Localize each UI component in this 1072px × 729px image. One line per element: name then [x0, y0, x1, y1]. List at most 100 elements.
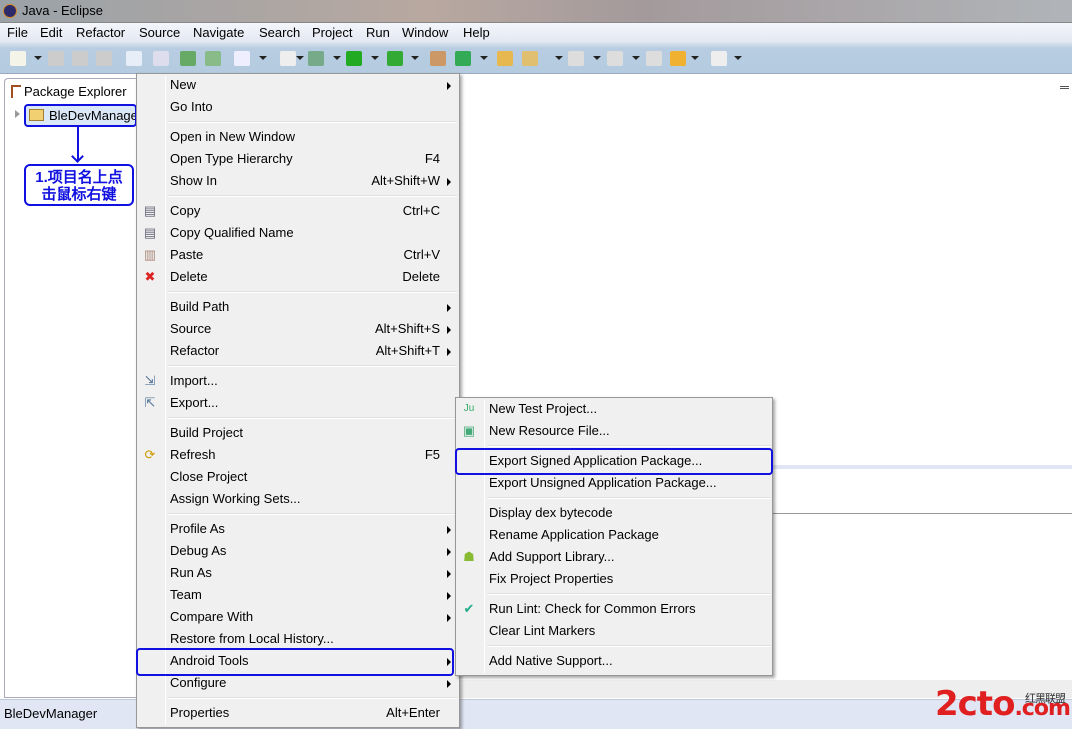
- save-icon[interactable]: [48, 51, 64, 66]
- menu-item-build-project[interactable]: Build Project: [137, 422, 459, 444]
- menu-item-open-in-new-window[interactable]: Open in New Window: [137, 126, 459, 148]
- menu-item-assign-working-sets[interactable]: Assign Working Sets...: [137, 488, 459, 510]
- expand-arrow-icon[interactable]: [15, 110, 20, 118]
- menu-item-import[interactable]: ⇲ Import...: [137, 370, 459, 392]
- menu-item-configure[interactable]: Configure: [137, 672, 459, 694]
- menu-item-properties[interactable]: Properties Alt+Enter: [137, 702, 459, 724]
- menu-item-show-in[interactable]: Show In Alt+Shift+W: [137, 170, 459, 192]
- menu-item-new-resource-file[interactable]: ▣ New Resource File...: [456, 420, 772, 442]
- android-sdk-icon[interactable]: [180, 51, 196, 66]
- forward-icon[interactable]: [711, 51, 727, 66]
- dropdown-arrow-icon[interactable]: [34, 56, 42, 60]
- menu-item-source[interactable]: Source Alt+Shift+S: [137, 318, 459, 340]
- menu-help[interactable]: Help: [463, 25, 490, 40]
- android-avd-icon[interactable]: [205, 51, 221, 66]
- package-explorer-title[interactable]: Package Explorer: [24, 84, 127, 99]
- menu-item-display-dex-bytecode[interactable]: Display dex bytecode: [456, 502, 772, 524]
- external-tools-icon[interactable]: [387, 51, 403, 66]
- print-icon[interactable]: [96, 51, 112, 66]
- save-all-icon[interactable]: [72, 51, 88, 66]
- dropdown-arrow-icon[interactable]: [593, 56, 601, 60]
- dropdown-arrow-icon[interactable]: [480, 56, 488, 60]
- menu-window[interactable]: Window: [402, 25, 448, 40]
- menu-item-export-signed-application-package[interactable]: Export Signed Application Package...: [456, 450, 772, 472]
- menu-item-copy-qualified-name[interactable]: ▤ Copy Qualified Name: [137, 222, 459, 244]
- dropdown-arrow-icon[interactable]: [555, 56, 563, 60]
- menu-item-restore-from-local-history[interactable]: Restore from Local History...: [137, 628, 459, 650]
- dropdown-arrow-icon[interactable]: [734, 56, 742, 60]
- refresh-icon: ⟳: [144, 447, 156, 462]
- menu-file[interactable]: File: [7, 25, 28, 40]
- search-icon[interactable]: [522, 51, 538, 66]
- shortcut-label: Alt+Enter: [386, 705, 440, 720]
- new-class-icon[interactable]: [455, 51, 471, 66]
- dropdown-arrow-icon[interactable]: [333, 56, 341, 60]
- back-icon[interactable]: [670, 51, 686, 66]
- menu-navigate[interactable]: Navigate: [193, 25, 244, 40]
- menu-item-go-into[interactable]: Go Into: [137, 96, 459, 118]
- menu-item-compare-with[interactable]: Compare With: [137, 606, 459, 628]
- back-grey-icon[interactable]: [646, 51, 662, 66]
- dropdown-arrow-icon[interactable]: [691, 56, 699, 60]
- task-icon[interactable]: [234, 51, 250, 66]
- skip-breakpoints-icon[interactable]: [153, 51, 169, 66]
- menu-item-add-native-support[interactable]: Add Native Support...: [456, 650, 772, 672]
- minimize-icon[interactable]: [1060, 86, 1069, 89]
- menu-search[interactable]: Search: [259, 25, 300, 40]
- menu-item-label: Restore from Local History...: [170, 631, 334, 646]
- project-tree-item[interactable]: BleDevManager: [24, 104, 137, 127]
- menu-item-export[interactable]: ⇱ Export...: [137, 392, 459, 414]
- menu-item-copy[interactable]: ▤ Copy Ctrl+C: [137, 200, 459, 222]
- menu-refactor[interactable]: Refactor: [76, 25, 125, 40]
- menu-project[interactable]: Project: [312, 25, 352, 40]
- menu-item-delete[interactable]: ✖ Delete Delete: [137, 266, 459, 288]
- menu-separator: [137, 362, 459, 370]
- menu-item-fix-project-properties[interactable]: Fix Project Properties: [456, 568, 772, 590]
- menu-item-clear-lint-markers[interactable]: Clear Lint Markers: [456, 620, 772, 642]
- new-icon[interactable]: [10, 51, 26, 66]
- binary-icon[interactable]: [126, 51, 142, 66]
- menu-item-paste[interactable]: ▥ Paste Ctrl+V: [137, 244, 459, 266]
- open-type-icon[interactable]: [497, 51, 513, 66]
- menu-item-profile-as[interactable]: Profile As: [137, 518, 459, 540]
- menu-item-team[interactable]: Team: [137, 584, 459, 606]
- export-icon: ⇱: [144, 395, 156, 410]
- menu-item-build-path[interactable]: Build Path: [137, 296, 459, 318]
- menu-item-rename-application-package[interactable]: Rename Application Package: [456, 524, 772, 546]
- new-android-icon[interactable]: [280, 51, 296, 66]
- menu-bar: File Edit Refactor Source Navigate Search Proj…: [0, 22, 1072, 42]
- submenu-arrow-icon: [447, 680, 451, 688]
- submenu-arrow-icon: [447, 548, 451, 556]
- menu-item-run-as[interactable]: Run As: [137, 562, 459, 584]
- menu-item-add-support-library[interactable]: ☗ Add Support Library...: [456, 546, 772, 568]
- menu-item-refresh[interactable]: ⟳ Refresh F5: [137, 444, 459, 466]
- dropdown-arrow-icon[interactable]: [296, 56, 304, 60]
- menu-item-debug-as[interactable]: Debug As: [137, 540, 459, 562]
- new-package-icon[interactable]: [430, 51, 446, 66]
- menu-item-open-type-hierarchy[interactable]: Open Type Hierarchy F4: [137, 148, 459, 170]
- menu-item-export-unsigned-application-package[interactable]: Export Unsigned Application Package...: [456, 472, 772, 494]
- menu-edit[interactable]: Edit: [40, 25, 62, 40]
- run-icon[interactable]: [346, 51, 362, 66]
- menu-item-label: Open in New Window: [170, 129, 295, 144]
- menu-item-label: Debug As: [170, 543, 227, 558]
- menu-item-label: Team: [170, 587, 202, 602]
- menu-item-label: Configure: [170, 675, 227, 690]
- menu-item-android-tools[interactable]: Android Tools: [137, 650, 459, 672]
- menu-item-close-project[interactable]: Close Project: [137, 466, 459, 488]
- dropdown-arrow-icon[interactable]: [411, 56, 419, 60]
- next-annotation-icon[interactable]: [568, 51, 584, 66]
- prev-annotation-icon[interactable]: [607, 51, 623, 66]
- dropdown-arrow-icon[interactable]: [259, 56, 267, 60]
- menu-item-new-test-project[interactable]: Ju New Test Project...: [456, 398, 772, 420]
- debug-icon[interactable]: [308, 51, 324, 66]
- menu-item-label: Import...: [170, 373, 218, 388]
- menu-item-new[interactable]: New: [137, 74, 459, 96]
- dropdown-arrow-icon[interactable]: [632, 56, 640, 60]
- menu-item-run-lint-check-for-common-errors[interactable]: ✔ Run Lint: Check for Common Errors: [456, 598, 772, 620]
- menu-item-refactor[interactable]: Refactor Alt+Shift+T: [137, 340, 459, 362]
- dropdown-arrow-icon[interactable]: [371, 56, 379, 60]
- menu-source[interactable]: Source: [139, 25, 180, 40]
- title-bar: Java - Eclipse: [0, 0, 1072, 22]
- menu-run[interactable]: Run: [366, 25, 390, 40]
